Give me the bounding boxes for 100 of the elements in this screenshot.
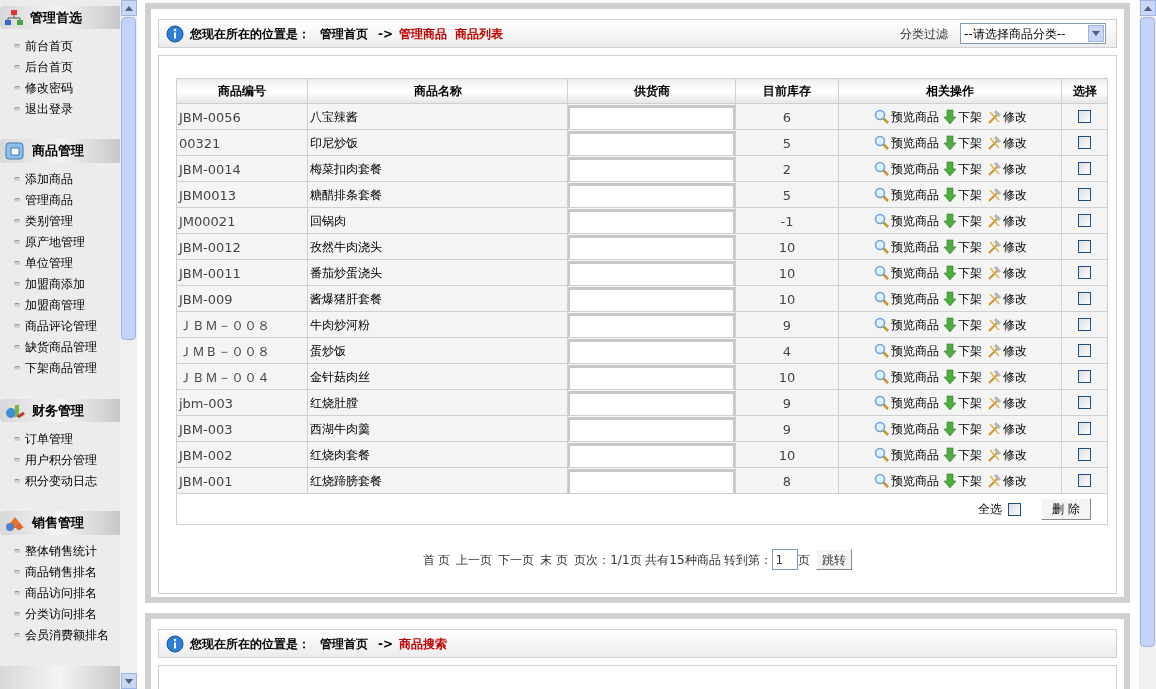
sidebar-link[interactable]: 单位管理 <box>25 254 73 273</box>
sidebar-link[interactable]: 下架商品管理 <box>25 359 97 378</box>
sidebar-scrollbar[interactable] <box>120 0 137 689</box>
action-link[interactable]: 修改 <box>985 341 1027 360</box>
sidebar-section-header[interactable]: 财务管理 <box>0 398 120 423</box>
action-link[interactable]: 预览商品 <box>873 419 939 438</box>
action-link[interactable]: 修改 <box>985 237 1027 256</box>
sidebar-link[interactable]: 前台首页 <box>25 36 73 55</box>
row-checkbox[interactable] <box>1078 396 1091 409</box>
action-link[interactable]: 预览商品 <box>873 185 939 204</box>
action-link[interactable]: 下架 <box>942 185 982 204</box>
action-link[interactable]: 修改 <box>985 185 1027 204</box>
action-link[interactable]: 下架 <box>942 341 982 360</box>
action-link[interactable]: 预览商品 <box>873 263 939 282</box>
action-link[interactable]: 下架 <box>942 159 982 178</box>
page-input[interactable]: 1 <box>772 549 799 570</box>
action-link[interactable]: 下架 <box>942 107 982 126</box>
sidebar-section-header[interactable]: 销售管理 <box>0 511 120 535</box>
action-link[interactable]: 修改 <box>985 419 1027 438</box>
action-link[interactable]: 修改 <box>985 133 1027 152</box>
action-link[interactable]: 修改 <box>985 263 1027 282</box>
scroll-up-icon[interactable] <box>1139 0 1156 16</box>
action-link[interactable]: 预览商品 <box>873 211 939 230</box>
sidebar-link[interactable]: 添加商品 <box>25 170 73 189</box>
row-checkbox[interactable] <box>1078 318 1091 331</box>
sidebar-link[interactable]: 会员消费额排名 <box>25 626 109 645</box>
sidebar-link[interactable]: 加盟商管理 <box>25 296 85 315</box>
action-link[interactable]: 修改 <box>985 211 1027 230</box>
action-link[interactable]: 下架 <box>942 211 982 230</box>
pager-link[interactable]: 上一页 <box>456 550 493 569</box>
sidebar-link[interactable]: 商品评论管理 <box>25 317 97 336</box>
delete-button[interactable]: 删 除 <box>1041 498 1091 520</box>
action-link[interactable]: 下架 <box>942 263 982 282</box>
action-link[interactable]: 预览商品 <box>873 315 939 334</box>
sidebar-link[interactable]: 订单管理 <box>25 429 73 448</box>
row-checkbox[interactable] <box>1078 266 1091 279</box>
action-link[interactable]: 下架 <box>942 133 982 152</box>
sidebar-link[interactable]: 管理商品 <box>25 191 73 210</box>
action-link[interactable]: 下架 <box>942 393 982 412</box>
category-select[interactable]: --请选择商品分类-- <box>960 23 1106 44</box>
action-link[interactable]: 预览商品 <box>873 341 939 360</box>
sidebar-link[interactable]: 退出登录 <box>25 99 73 118</box>
select-all-checkbox[interactable] <box>1008 502 1022 516</box>
row-checkbox[interactable] <box>1078 370 1091 383</box>
action-link[interactable]: 预览商品 <box>873 289 939 308</box>
action-link[interactable]: 下架 <box>942 289 982 308</box>
sidebar-link[interactable]: 加盟商添加 <box>25 275 85 294</box>
action-link[interactable]: 预览商品 <box>873 237 939 256</box>
action-link[interactable]: 预览商品 <box>873 159 939 178</box>
breadcrumb-link[interactable]: 管理首页 <box>320 24 368 43</box>
sidebar-link[interactable]: 缺货商品管理 <box>25 338 97 357</box>
action-link[interactable]: 预览商品 <box>873 367 939 386</box>
pager-link[interactable]: 首 页 <box>422 550 451 569</box>
breadcrumb-link[interactable]: 管理首页 <box>320 634 368 653</box>
sidebar-link[interactable]: 分类访问排名 <box>25 605 97 624</box>
row-checkbox[interactable] <box>1078 448 1091 461</box>
pager-link[interactable]: 下一页 <box>498 550 535 569</box>
action-link[interactable]: 预览商品 <box>873 133 939 152</box>
row-checkbox[interactable] <box>1078 422 1091 435</box>
row-checkbox[interactable] <box>1078 162 1091 175</box>
row-checkbox[interactable] <box>1078 240 1091 253</box>
sidebar-link[interactable]: 原产地管理 <box>25 233 85 252</box>
action-link[interactable]: 修改 <box>985 107 1027 126</box>
sidebar-link[interactable]: 商品销售排名 <box>25 563 97 582</box>
action-link[interactable]: 修改 <box>985 315 1027 334</box>
action-link[interactable]: 下架 <box>942 445 982 464</box>
action-link[interactable]: 下架 <box>942 315 982 334</box>
sidebar-section-header[interactable]: 商品管理 <box>0 139 120 163</box>
row-checkbox[interactable] <box>1078 110 1091 123</box>
go-button[interactable]: 跳转 <box>816 549 853 570</box>
pager-link[interactable]: 末 页 <box>540 550 569 569</box>
page-scrollbar[interactable] <box>1139 0 1156 689</box>
action-link[interactable]: 下架 <box>942 471 982 490</box>
sidebar-link[interactable]: 后台首页 <box>25 57 73 76</box>
action-link[interactable]: 预览商品 <box>873 445 939 464</box>
action-link[interactable]: 修改 <box>985 159 1027 178</box>
sidebar-link[interactable]: 整体销售统计 <box>25 542 97 561</box>
action-link[interactable]: 预览商品 <box>873 107 939 126</box>
sidebar-link[interactable]: 积分变动日志 <box>25 471 97 490</box>
action-link[interactable]: 预览商品 <box>873 393 939 412</box>
row-checkbox[interactable] <box>1078 136 1091 149</box>
row-checkbox[interactable] <box>1078 214 1091 227</box>
row-checkbox[interactable] <box>1078 292 1091 305</box>
action-link[interactable]: 下架 <box>942 237 982 256</box>
sidebar-link[interactable]: 商品访问排名 <box>25 584 97 603</box>
action-link[interactable]: 修改 <box>985 471 1027 490</box>
row-checkbox[interactable] <box>1078 188 1091 201</box>
scroll-up-icon[interactable] <box>120 0 137 16</box>
action-link[interactable]: 修改 <box>985 445 1027 464</box>
action-link[interactable]: 修改 <box>985 367 1027 386</box>
scroll-down-icon[interactable] <box>120 673 137 689</box>
action-link[interactable]: 下架 <box>942 367 982 386</box>
row-checkbox[interactable] <box>1078 474 1091 487</box>
row-checkbox[interactable] <box>1078 344 1091 357</box>
action-link[interactable]: 预览商品 <box>873 471 939 490</box>
sidebar-link[interactable]: 用户积分管理 <box>25 450 97 469</box>
action-link[interactable]: 下架 <box>942 419 982 438</box>
sidebar-section-header[interactable]: 管理首选 <box>0 6 120 30</box>
action-link[interactable]: 修改 <box>985 289 1027 308</box>
action-link[interactable]: 修改 <box>985 393 1027 412</box>
